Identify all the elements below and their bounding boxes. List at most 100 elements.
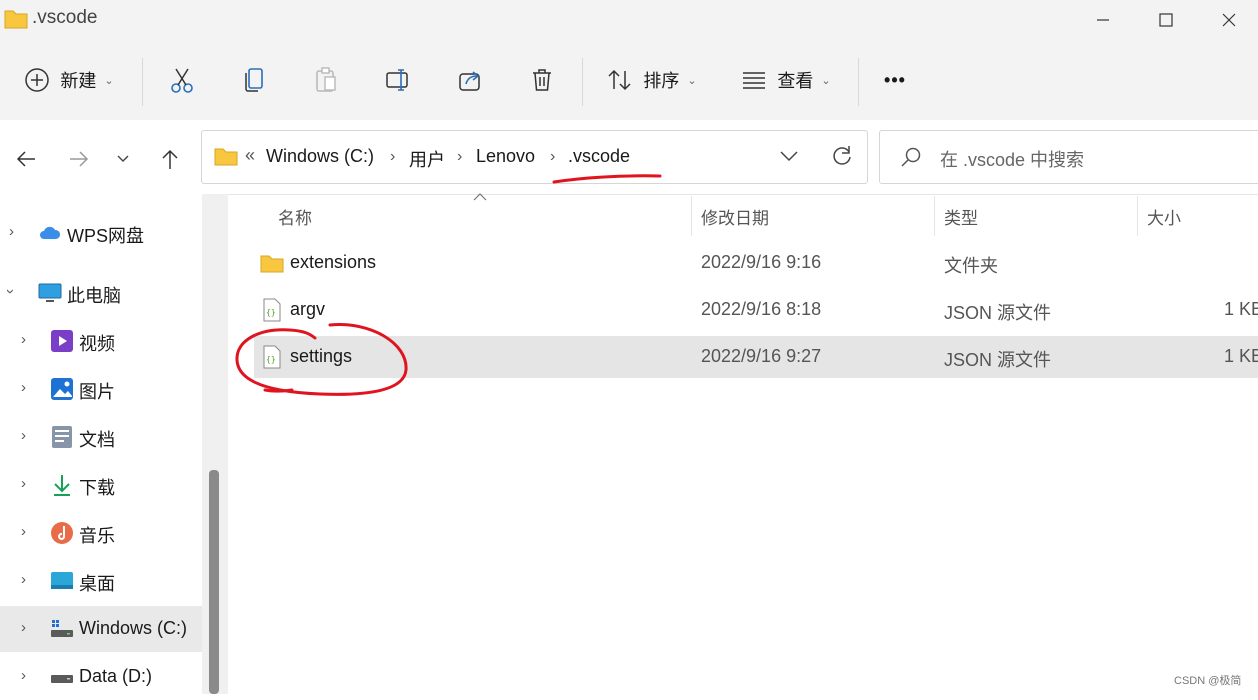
watermark: CSDN @极简: [1174, 675, 1242, 687]
recent-locations-button[interactable]: [108, 144, 138, 174]
sidebar-item-data-d[interactable]: › Data (D:): [0, 654, 202, 700]
breadcrumb-lenovo[interactable]: Lenovo: [476, 146, 535, 167]
file-size: 1 KB: [1224, 299, 1258, 319]
up-button[interactable]: [155, 144, 185, 174]
download-icon: [54, 475, 70, 496]
view-label: 查看: [777, 71, 814, 91]
arrow-up-icon: [162, 149, 178, 169]
sidebar-item-label: 下载: [79, 478, 115, 498]
breadcrumb-vscode[interactable]: .vscode: [568, 146, 630, 167]
sort-label: 排序: [643, 71, 680, 91]
share-button[interactable]: [448, 40, 492, 120]
sort-button[interactable]: 排序 ⌄: [600, 40, 704, 120]
desktop-icon: [51, 572, 73, 589]
sidebar-item-music[interactable]: › 音乐: [0, 510, 202, 556]
column-divider[interactable]: [1137, 196, 1138, 236]
arrow-left-icon: [16, 151, 35, 167]
command-bar: 新建 ⌄ 排序 ⌄ 查看 ⌄ •••: [0, 40, 1258, 120]
copy-icon: [245, 68, 263, 92]
sidebar-item-desktop[interactable]: › 桌面: [0, 558, 202, 604]
chevron-right-icon[interactable]: ›: [21, 427, 26, 444]
sort-icon: [608, 69, 631, 91]
close-icon: [1222, 13, 1236, 27]
rename-button[interactable]: [376, 40, 420, 120]
column-header-name[interactable]: 名称: [278, 204, 312, 229]
column-divider[interactable]: [934, 196, 935, 236]
window-title: .vscode: [32, 7, 98, 28]
maximize-button[interactable]: [1135, 0, 1197, 40]
search-placeholder: 在 .vscode 中搜索: [940, 150, 1085, 170]
breadcrumb-windows-c[interactable]: Windows (C:): [266, 146, 374, 167]
scissors-icon: [171, 68, 193, 93]
chevron-right-icon[interactable]: ›: [21, 523, 26, 540]
file-modified: 2022/9/16 9:16: [701, 252, 822, 272]
delete-button[interactable]: [520, 40, 564, 120]
column-header-size[interactable]: 大小: [1147, 204, 1181, 229]
new-button[interactable]: 新建 ⌄: [14, 40, 124, 120]
sidebar-item-label: Windows (C:): [79, 618, 188, 638]
forward-button[interactable]: [64, 144, 94, 174]
rename-icon: [386, 69, 408, 91]
video-icon: [51, 330, 73, 352]
folder-icon: [4, 10, 28, 29]
sidebar-item-pictures[interactable]: › 图片: [0, 366, 202, 412]
breadcrumb-separator-icon: ›: [390, 148, 396, 165]
breadcrumb-separator-icon: ›: [457, 148, 463, 165]
copy-button[interactable]: [232, 40, 276, 120]
sidebar-item-label: 图片: [79, 382, 115, 402]
cloud-icon: [40, 226, 61, 239]
column-header-type[interactable]: 类型: [944, 204, 978, 229]
chevron-right-icon[interactable]: ›: [21, 379, 26, 396]
sidebar-item-wps-drive[interactable]: › WPS网盘: [0, 210, 202, 256]
sidebar-item-documents[interactable]: › 文档: [0, 414, 202, 460]
music-icon: [51, 522, 73, 544]
chevron-down-icon[interactable]: ›: [2, 289, 19, 294]
minimize-button[interactable]: [1072, 0, 1134, 40]
paste-button[interactable]: [304, 40, 348, 120]
annotation-circle: [235, 323, 408, 396]
chevron-right-icon[interactable]: ›: [9, 223, 14, 240]
back-button[interactable]: [11, 144, 41, 174]
view-button[interactable]: 查看 ⌄: [734, 40, 838, 120]
cut-button[interactable]: [160, 40, 204, 120]
chevron-right-icon[interactable]: ›: [21, 667, 26, 684]
drive-c-icon: [51, 620, 73, 637]
sidebar-item-label: 此电脑: [67, 286, 121, 306]
chevron-right-icon[interactable]: ›: [21, 331, 26, 348]
file-row-extensions[interactable]: extensions 2022/9/16 9:16 文件夹: [254, 241, 1258, 286]
chevron-down-icon: ⌄: [104, 74, 114, 87]
overflow-chevron[interactable]: «: [245, 145, 255, 166]
file-name: extensions: [290, 252, 377, 272]
breadcrumb-users[interactable]: 用户: [409, 146, 445, 172]
sidebar-item-downloads[interactable]: › 下载: [0, 462, 202, 508]
refresh-icon[interactable]: [830, 144, 854, 168]
minimize-icon: [1097, 19, 1109, 21]
chevron-down-icon: ⌄: [821, 74, 831, 87]
svg-text:{}: {}: [266, 308, 276, 317]
annotation-underline: [552, 174, 662, 184]
toolbar-divider: [858, 58, 859, 106]
file-size: 1 KB: [1224, 346, 1258, 366]
more-button[interactable]: •••: [870, 40, 920, 120]
sidebar-item-windows-c[interactable]: › Windows (C:): [0, 606, 202, 652]
close-button[interactable]: [1198, 0, 1258, 40]
address-bar[interactable]: « Windows (C:) › 用户 › Lenovo › .vscode: [201, 130, 868, 184]
search-box[interactable]: 在 .vscode 中搜索: [879, 130, 1258, 184]
sidebar-item-label: 文档: [79, 430, 115, 450]
sidebar-item-label: 桌面: [79, 574, 115, 594]
chevron-right-icon[interactable]: ›: [21, 619, 26, 636]
list-view-icon: [743, 72, 766, 89]
drive-d-icon: [51, 675, 73, 683]
trash-icon: [533, 69, 551, 91]
chevron-right-icon[interactable]: ›: [21, 475, 26, 492]
chevron-down-icon[interactable]: [779, 149, 799, 163]
chevron-right-icon[interactable]: ›: [21, 571, 26, 588]
sidebar-item-this-pc[interactable]: › 此电脑: [0, 270, 202, 316]
column-header-modified[interactable]: 修改日期: [701, 204, 769, 229]
chevron-down-icon: ⌄: [687, 74, 697, 87]
clipboard-icon: [316, 67, 336, 92]
pictures-icon: [51, 378, 73, 400]
sidebar-scrollbar-thumb[interactable]: [209, 470, 219, 694]
column-divider[interactable]: [691, 196, 692, 236]
sidebar-item-videos[interactable]: › 视频: [0, 318, 202, 364]
